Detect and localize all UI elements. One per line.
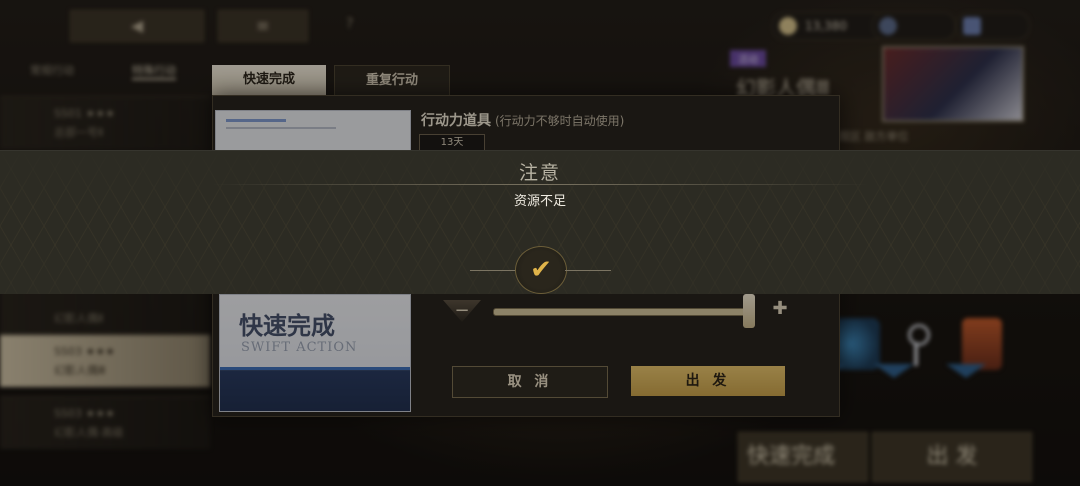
notice-banner: 注意 资源不足 ✔: [0, 150, 1080, 294]
notice-title: 注意: [518, 162, 561, 184]
notice-message: 资源不足: [513, 194, 566, 209]
confirm-line-right: [565, 270, 611, 271]
confirm-button[interactable]: ✔: [515, 246, 567, 294]
confirm-line-left: [470, 270, 516, 271]
confirm-area: ✔: [470, 246, 611, 296]
check-icon: ✔: [530, 255, 552, 285]
notice-divider: [212, 184, 868, 185]
